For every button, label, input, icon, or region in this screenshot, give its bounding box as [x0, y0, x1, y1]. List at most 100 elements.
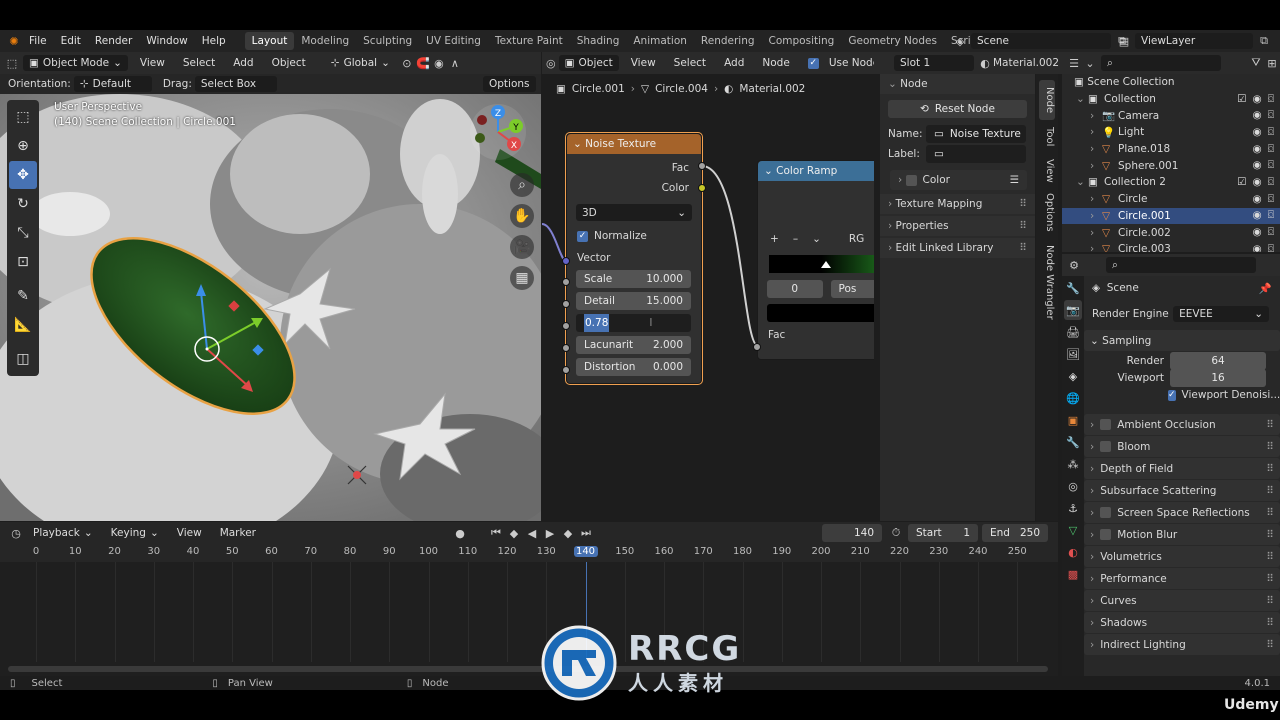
menu-select[interactable]: Select [177, 55, 221, 71]
scene-selector[interactable]: ◈ Scene ⧉ [952, 33, 1130, 49]
eye-icon[interactable]: ◉ [1253, 126, 1262, 139]
section-enable-checkbox[interactable] [1100, 441, 1112, 452]
exclude-checkbox[interactable]: ☑ [1237, 176, 1246, 189]
menu-view[interactable]: View [134, 55, 171, 71]
normalize-toggle[interactable]: ✓ Normalize [567, 227, 701, 245]
render-camera-icon[interactable]: ⌼ [1268, 176, 1274, 189]
modifier-tab-icon[interactable]: 🔧 [1064, 432, 1082, 452]
render-camera-icon[interactable]: ⌼ [1268, 109, 1274, 122]
roughness-input-socket[interactable] [562, 322, 570, 330]
drag-handle-icon[interactable]: ⠿ [1266, 463, 1274, 475]
data-tab-icon[interactable]: ▽ [1064, 520, 1082, 540]
tab-rendering[interactable]: Rendering [694, 32, 762, 50]
blender-logo-icon[interactable]: ✺ [6, 33, 22, 49]
viewlayer-name-field[interactable]: ViewLayer [1135, 33, 1253, 49]
drag-handle-icon[interactable]: ⠿ [1266, 551, 1274, 563]
tab-uv-editing[interactable]: UV Editing [419, 32, 488, 50]
frame-ruler[interactable]: 0 10 20 30 40 50 60 70 80 90 100 110 120 130 140 150 160… [0, 544, 1058, 562]
vector-input-socket[interactable] [562, 257, 570, 265]
render-section-panel[interactable]: › Screen Space Reflections ⠿ [1084, 502, 1280, 523]
tab-view[interactable]: View [1039, 156, 1055, 186]
menu-file[interactable]: File [22, 35, 54, 47]
drag-handle-icon[interactable]: ⠿ [1266, 617, 1274, 629]
chevron-right-icon[interactable]: › [1090, 160, 1094, 172]
section-enable-checkbox[interactable] [1100, 419, 1112, 430]
drag-handle-icon[interactable]: ⠿ [1019, 220, 1027, 232]
render-camera-icon[interactable]: ⌼ [1268, 209, 1274, 222]
outliner-row[interactable]: ⌄ ▣ Collection ☑ ◉ ⌼ [1062, 91, 1280, 108]
pin-icon[interactable]: 📌 [1259, 282, 1272, 295]
tab-tool[interactable]: Tool [1039, 122, 1055, 152]
render-section-panel[interactable]: › Motion Blur ⠿ [1084, 524, 1280, 545]
render-samples-field[interactable]: 64 [1170, 351, 1266, 370]
pan-hand-icon[interactable]: ✋ [510, 204, 534, 228]
menu-help[interactable]: Help [195, 35, 233, 47]
object-tab-icon[interactable]: ▣ [1064, 410, 1082, 430]
display-mode-icon[interactable]: ⌄ [1082, 55, 1098, 71]
annotate-icon[interactable]: ✎ [9, 282, 37, 310]
interpolation-dropdown[interactable]: RG [849, 233, 864, 245]
detail-input-socket[interactable] [562, 300, 570, 308]
render-section-panel[interactable]: › Subsurface Scattering ⠿ [1084, 480, 1280, 501]
options-dropdown[interactable]: Options [483, 76, 536, 92]
rotate-icon[interactable]: ↻ [9, 190, 37, 218]
drag-handle-icon[interactable]: ⠿ [1266, 441, 1274, 453]
chevron-down-icon[interactable]: ⌄ [1076, 176, 1085, 188]
output-tab-icon[interactable]: 🖨 [1064, 322, 1082, 342]
3d-viewport[interactable]: User Perspective (140) Scene Collection … [0, 94, 541, 521]
outliner-row[interactable]: › ▽ Plane.018 ◉ ⌼ [1062, 141, 1280, 158]
render-camera-icon[interactable]: ⌼ [1268, 93, 1274, 106]
distortion-field[interactable]: Distortion 0.000 [576, 358, 691, 376]
tab-animation[interactable]: Animation [626, 32, 694, 50]
chevron-right-icon[interactable]: › [1090, 210, 1094, 222]
outliner-row[interactable]: › ▽ Sphere.001 ◉ ⌼ [1062, 157, 1280, 174]
tab-geometry-nodes[interactable]: Geometry Nodes [841, 32, 944, 50]
physics-tab-icon[interactable]: ◎ [1064, 476, 1082, 496]
viewport-samples-field[interactable]: 16 [1170, 368, 1266, 387]
tab-options[interactable]: Options [1039, 190, 1055, 234]
roughness-field-editing[interactable]: 0.78 I [576, 314, 691, 332]
eye-icon[interactable]: ◉ [1253, 109, 1262, 122]
ramp-fac-input-socket[interactable] [753, 343, 761, 351]
outliner-row[interactable]: › ▽ Circle.002 ◉ ⌼ [1062, 224, 1280, 241]
render-camera-icon[interactable]: ⌼ [1268, 243, 1274, 252]
constraints-tab-icon[interactable]: ⚓ [1064, 498, 1082, 518]
tab-sculpting[interactable]: Sculpting [356, 32, 419, 50]
eye-icon[interactable]: ◉ [1253, 143, 1262, 156]
end-frame-field[interactable]: End 250 [982, 524, 1048, 542]
stop-index-field[interactable]: 0 [767, 280, 823, 298]
drag-handle-icon[interactable]: ⠿ [1266, 529, 1274, 541]
eye-icon[interactable]: ◉ [1253, 176, 1262, 189]
play-icon[interactable]: ▶ [542, 525, 558, 541]
scene-collection-row[interactable]: ▣ Scene Collection [1062, 74, 1280, 91]
slot-dropdown[interactable]: Slot 1 [894, 55, 974, 71]
properties-search[interactable]: ⌕ [1106, 257, 1256, 273]
drag-handle-icon[interactable]: ⠿ [1266, 639, 1274, 651]
render-section-panel[interactable]: › Indirect Lighting ⠿ [1084, 634, 1280, 655]
timeline-view-menu[interactable]: View [171, 525, 208, 541]
scale-icon[interactable]: ⤡ [9, 219, 37, 247]
filter-icon[interactable]: ⛛ [1248, 55, 1264, 71]
add-cube-icon[interactable]: ◫ [9, 345, 37, 373]
scene-name-field[interactable]: Scene [971, 33, 1111, 49]
view-layer-tab-icon[interactable]: 🖼 [1064, 344, 1082, 364]
render-section-panel[interactable]: › Shadows ⠿ [1084, 612, 1280, 633]
next-keyframe-icon[interactable]: ◆ [560, 525, 576, 541]
drag-handle-icon[interactable]: ⠿ [1266, 573, 1274, 585]
edit-linked-library-panel[interactable]: › Edit Linked Library ⠿ [880, 238, 1035, 258]
color-subpanel[interactable]: › Color ☰ [890, 170, 1027, 190]
distortion-input-socket[interactable] [562, 366, 570, 374]
menu-edit[interactable]: Edit [54, 35, 88, 47]
remove-stop-icon[interactable]: – [793, 233, 798, 245]
menu-add[interactable]: Add [227, 55, 259, 71]
viewlayer-selector[interactable]: ▤ ViewLayer ⧉ [1116, 33, 1272, 49]
jump-start-icon[interactable]: ⏮ [488, 525, 504, 541]
roughness-edit-value[interactable]: 0.78 [584, 314, 610, 332]
playback-menu[interactable]: Playback ⌄ [27, 525, 99, 541]
navigation-gizmo[interactable]: Z Y X [468, 102, 528, 162]
measure-icon[interactable]: 📐 [9, 311, 37, 339]
chevron-down-icon[interactable]: ⌄ [812, 233, 821, 245]
mode-dropdown[interactable]: ▣ Object Mode ⌄ [23, 55, 128, 71]
scale-field[interactable]: Scale 10.000 [576, 270, 691, 288]
material-name[interactable]: Material.002 [993, 57, 1059, 69]
